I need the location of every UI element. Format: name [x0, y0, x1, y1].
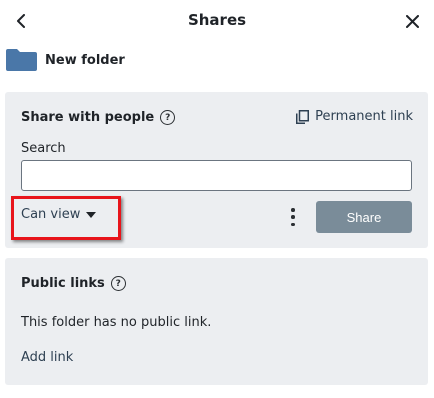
share-with-people-section: Share with people ? Permanent link Searc… — [5, 92, 428, 248]
public-links-heading-label: Public links — [21, 276, 105, 291]
add-link-button[interactable]: Add link — [21, 350, 73, 365]
share-heading-label: Share with people — [21, 110, 155, 125]
help-icon[interactable]: ? — [160, 110, 176, 125]
more-vertical-icon-dot — [291, 222, 295, 226]
more-vertical-icon-dot — [291, 208, 295, 212]
permanent-link-button[interactable]: Permanent link — [296, 109, 413, 124]
permission-dropdown[interactable]: Can view — [21, 207, 97, 222]
copy-icon — [296, 109, 310, 124]
close-button[interactable] — [403, 11, 421, 31]
help-icon[interactable]: ? — [110, 276, 126, 291]
more-options-button[interactable] — [286, 206, 300, 228]
permission-selected-value: Can view — [21, 207, 81, 222]
header: Shares — [0, 0, 434, 42]
folder-icon — [6, 49, 37, 71]
public-links-heading: Public links ? — [21, 276, 126, 291]
share-heading: Share with people ? — [21, 110, 176, 125]
share-button[interactable]: Share — [316, 201, 412, 233]
public-links-section: Public links ? This folder has no public… — [5, 258, 428, 385]
caret-down-icon — [86, 211, 97, 218]
more-vertical-icon-dot — [291, 215, 295, 219]
permanent-link-label: Permanent link — [315, 109, 413, 124]
shared-item: New folder — [6, 48, 125, 72]
item-name: New folder — [45, 52, 125, 68]
search-input[interactable] — [21, 160, 412, 191]
close-icon — [405, 14, 419, 28]
empty-state-text: This folder has no public link. — [21, 315, 212, 330]
panel-title: Shares — [187, 11, 247, 29]
shares-panel: Shares New folder Share with people ? Pe… — [0, 0, 434, 398]
search-label: Search — [21, 141, 66, 156]
